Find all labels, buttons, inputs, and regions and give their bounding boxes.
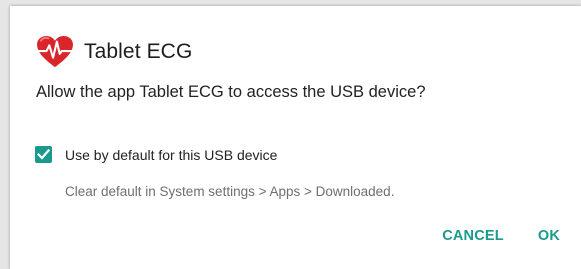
use-by-default-checkbox[interactable] xyxy=(35,146,52,163)
usb-permission-dialog: Tablet ECG Allow the app Tablet ECG to a… xyxy=(10,6,581,269)
ok-button[interactable]: OK xyxy=(538,224,560,248)
clear-default-hint: Clear default in System settings > Apps … xyxy=(65,184,395,199)
cancel-button[interactable]: CANCEL xyxy=(442,224,504,248)
heart-ecg-icon xyxy=(36,35,74,68)
use-by-default-label: Use by default for this USB device xyxy=(65,146,278,163)
dialog-title: Tablet ECG xyxy=(84,40,193,63)
use-by-default-option[interactable]: Use by default for this USB device xyxy=(35,146,277,163)
dialog-message: Allow the app Tablet ECG to access the U… xyxy=(36,83,426,101)
checkmark-icon xyxy=(37,149,50,160)
dialog-header: Tablet ECG xyxy=(36,35,192,69)
dialog-actions: CANCEL OK xyxy=(442,224,560,248)
